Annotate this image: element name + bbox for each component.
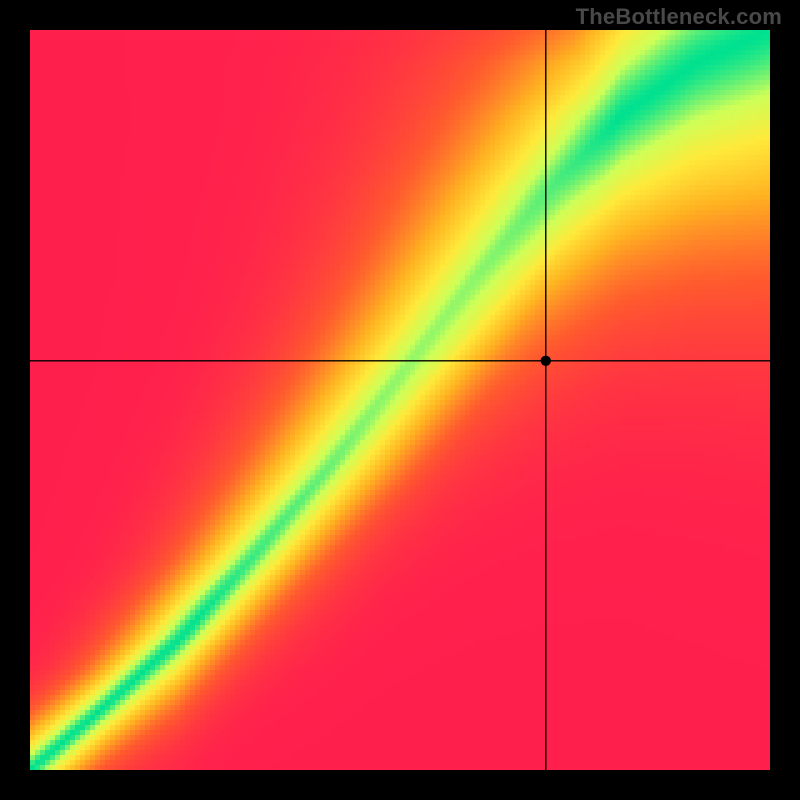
chart-frame: TheBottleneck.com xyxy=(0,0,800,800)
plot-area xyxy=(30,30,770,770)
heatmap-canvas xyxy=(30,30,770,770)
watermark-text: TheBottleneck.com xyxy=(576,4,782,30)
